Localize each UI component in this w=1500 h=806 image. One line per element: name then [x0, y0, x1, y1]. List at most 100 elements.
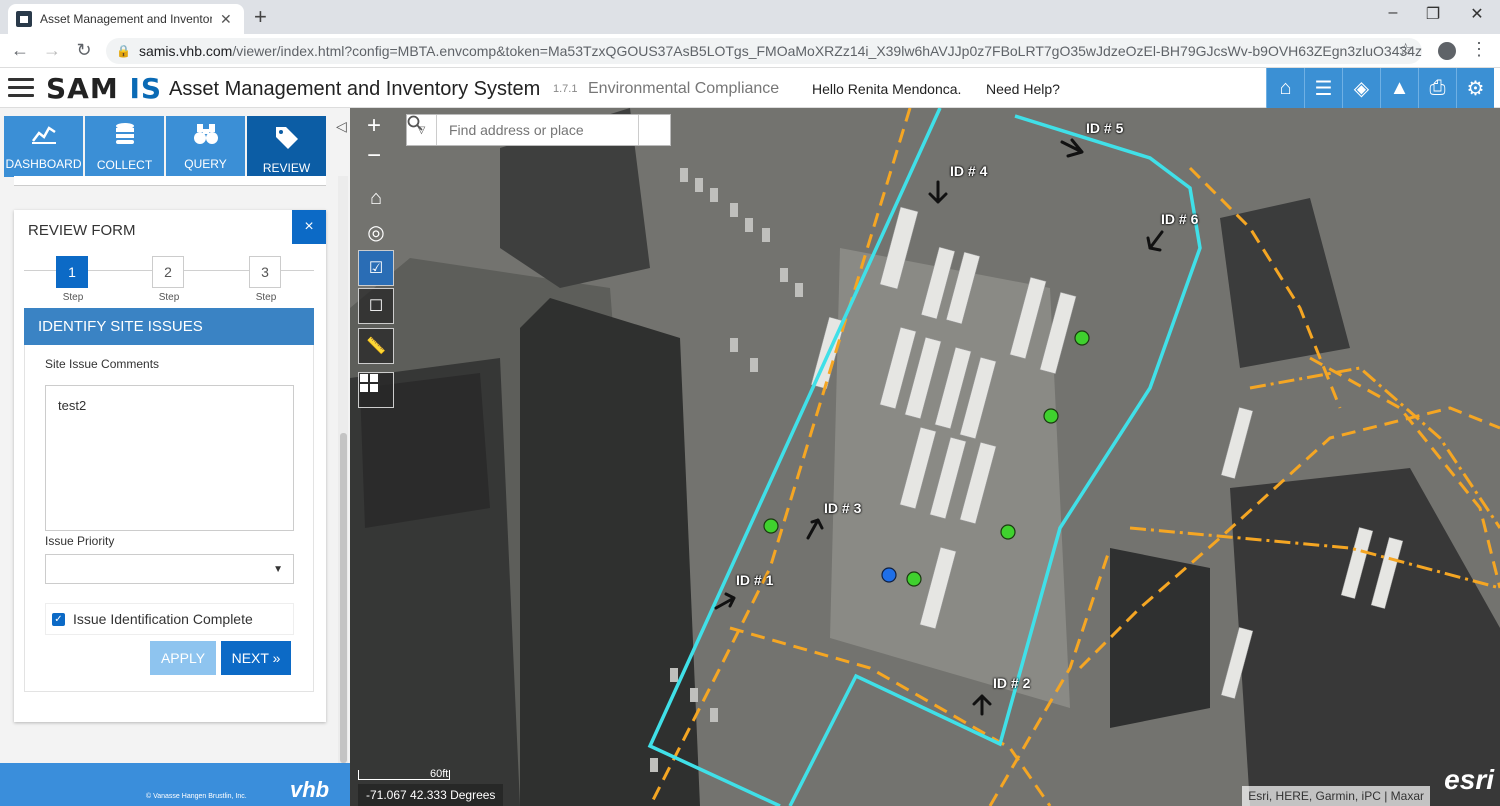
browser-tab-bar: Asset Management and Inventor ✕ + – ❐ ✕ — [0, 0, 1500, 34]
nav-tile-label: DASHBOARD — [5, 156, 82, 171]
list-icon[interactable]: ☰ — [1304, 68, 1342, 108]
database-icon — [114, 122, 136, 152]
measure-ruler-icon[interactable]: 📏 — [358, 328, 394, 364]
site-issue-comments-field[interactable]: test2 — [45, 385, 294, 531]
url-path: /viewer/index.html?config=MBTA.envcomp&t… — [232, 43, 1422, 59]
map-label-id-5: ID # 5 — [1086, 120, 1124, 136]
chevron-down-icon: ▼ — [273, 564, 283, 575]
zoom-out-button[interactable]: − — [362, 142, 386, 170]
select-checked-tool-icon[interactable]: ☑ — [358, 250, 394, 286]
user-greeting: Hello Renita Mendonca. — [812, 81, 962, 97]
forward-arrow-icon[interactable]: → — [40, 40, 64, 61]
home-icon[interactable]: ⌂ — [1266, 68, 1304, 108]
esri-logo: esri — [1444, 764, 1494, 795]
map-label-id-1: ID # 1 — [736, 572, 774, 588]
left-panel: DASHBOARD COLLECT QUERY REVIEW ◁ REVIEW … — [0, 108, 350, 806]
profile-avatar-icon[interactable] — [1438, 42, 1456, 60]
coordinates-readout: -71.067 42.333 Degrees — [358, 784, 504, 806]
maximize-button[interactable]: ❐ — [1418, 4, 1448, 24]
review-form-card: REVIEW FORM × 1 Step 2 Step 3 Step IDENT… — [14, 210, 326, 722]
url-host: samis.vhb.com — [138, 43, 233, 59]
step-label: Step — [158, 292, 180, 303]
help-link[interactable]: Need Help? — [986, 81, 1060, 97]
select-box-tool-icon[interactable]: ☐ — [358, 288, 394, 324]
step-2[interactable]: 2 Step — [152, 256, 186, 303]
map-label-id-4: ID # 4 — [950, 163, 988, 179]
print-icon[interactable]: ⎙ — [1418, 68, 1456, 108]
locate-icon[interactable]: ◎ — [358, 214, 394, 250]
header-toolbar: ⌂ ☰ ◈ ▲ ⎙ ⚙ — [1266, 68, 1494, 108]
copyright-text: © Vanasse Hangen Brustlin, Inc. — [146, 793, 247, 800]
nav-tile-label: COLLECT — [96, 157, 153, 172]
step-label: Step — [255, 292, 277, 303]
hamburger-menu-icon[interactable] — [8, 78, 34, 98]
home-extent-icon[interactable]: ⌂ — [358, 180, 394, 216]
logo-is-text: IS — [129, 72, 163, 105]
minimize-button[interactable]: – — [1378, 4, 1408, 22]
map-view[interactable]: ID # 1 ID # 2 ID # 3 ID # 4 ID # 5 ID # … — [350, 108, 1500, 806]
reload-icon[interactable]: ↻ — [72, 40, 96, 61]
module-nav: DASHBOARD COLLECT QUERY REVIEW — [4, 116, 328, 184]
browser-menu-icon[interactable]: ⋮ — [1470, 39, 1488, 60]
back-arrow-icon[interactable]: ← — [8, 40, 32, 61]
graduation-cap-icon[interactable]: ▲ — [1380, 68, 1418, 108]
nav-tile-label: REVIEW — [262, 161, 311, 175]
nav-tile-collect[interactable]: COLLECT — [85, 116, 164, 177]
collapse-panel-icon[interactable]: ◁ — [336, 118, 347, 135]
form-body: Site Issue Comments test2 Issue Priority… — [24, 345, 314, 692]
browser-address-bar: ← → ↻ 🔒 samis.vhb.com/viewer/index.html?… — [0, 34, 1500, 68]
step-1[interactable]: 1 Step — [56, 256, 90, 303]
map-label-id-6: ID # 6 — [1161, 211, 1199, 227]
priority-label: Issue Priority — [45, 534, 115, 548]
tab-title: Asset Management and Inventor — [40, 12, 212, 26]
search-icon[interactable] — [407, 115, 670, 145]
basemap-gallery-icon[interactable] — [358, 372, 394, 408]
gear-icon[interactable]: ⚙ — [1456, 68, 1494, 108]
scale-label: 60ft — [430, 768, 449, 780]
step-number: 3 — [249, 256, 281, 288]
step-number: 2 — [152, 256, 184, 288]
tab-close-icon[interactable]: ✕ — [220, 11, 232, 28]
review-form-title: REVIEW FORM — [28, 222, 136, 239]
browser-tab[interactable]: Asset Management and Inventor ✕ — [8, 4, 244, 34]
apply-button[interactable]: APPLY — [150, 641, 216, 675]
bookmark-star-icon[interactable]: ☆ — [1398, 40, 1413, 60]
nav-tile-query[interactable]: QUERY — [166, 116, 245, 177]
logo-sam-text: SAM — [46, 72, 119, 105]
app-version: 1.7.1 — [553, 83, 578, 95]
map-search: ▽ — [406, 114, 671, 146]
search-input[interactable] — [437, 115, 638, 145]
next-button[interactable]: NEXT » — [221, 641, 291, 675]
lock-icon: 🔒 — [116, 44, 131, 58]
map-label-id-3: ID # 3 — [824, 500, 862, 516]
vhb-logo: vhb — [290, 777, 330, 802]
url-field[interactable]: 🔒 samis.vhb.com/viewer/index.html?config… — [106, 38, 1422, 64]
nav-tile-review[interactable]: REVIEW — [247, 116, 326, 184]
comments-label: Site Issue Comments — [45, 357, 160, 371]
app-header: SAM IS Asset Management and Inventory Sy… — [0, 68, 1500, 108]
issue-priority-select[interactable]: ▼ — [45, 554, 294, 584]
aerial-imagery — [350, 108, 1500, 806]
tags-icon — [274, 125, 300, 155]
binoculars-icon — [193, 123, 219, 151]
map-attribution: Esri, HERE, Garmin, iPC | Maxar — [1242, 786, 1430, 806]
map-label-id-2: ID # 2 — [993, 675, 1031, 691]
close-form-button[interactable]: × — [292, 210, 326, 244]
nav-tile-label: QUERY — [184, 156, 227, 171]
chart-line-icon — [31, 123, 57, 151]
favicon-icon — [16, 11, 32, 27]
zoom-in-button[interactable]: + — [362, 112, 386, 140]
new-tab-button[interactable]: + — [254, 4, 267, 30]
nav-tile-dashboard[interactable]: DASHBOARD — [4, 116, 83, 177]
issue-complete-checkbox-row[interactable]: ✓ Issue Identification Complete — [45, 603, 294, 635]
panel-scrollbar-thumb[interactable] — [340, 433, 347, 763]
checkbox-checked-icon[interactable]: ✓ — [52, 612, 65, 626]
previous-card-edge — [14, 176, 326, 186]
layers-icon[interactable]: ◈ — [1342, 68, 1380, 108]
step-3[interactable]: 3 Step — [249, 256, 283, 303]
step-number: 1 — [56, 256, 88, 288]
module-name: Environmental Compliance — [588, 80, 780, 97]
window-close-button[interactable]: ✕ — [1462, 4, 1492, 24]
samis-logo: SAM IS — [46, 72, 162, 105]
section-header: IDENTIFY SITE ISSUES — [24, 308, 314, 345]
